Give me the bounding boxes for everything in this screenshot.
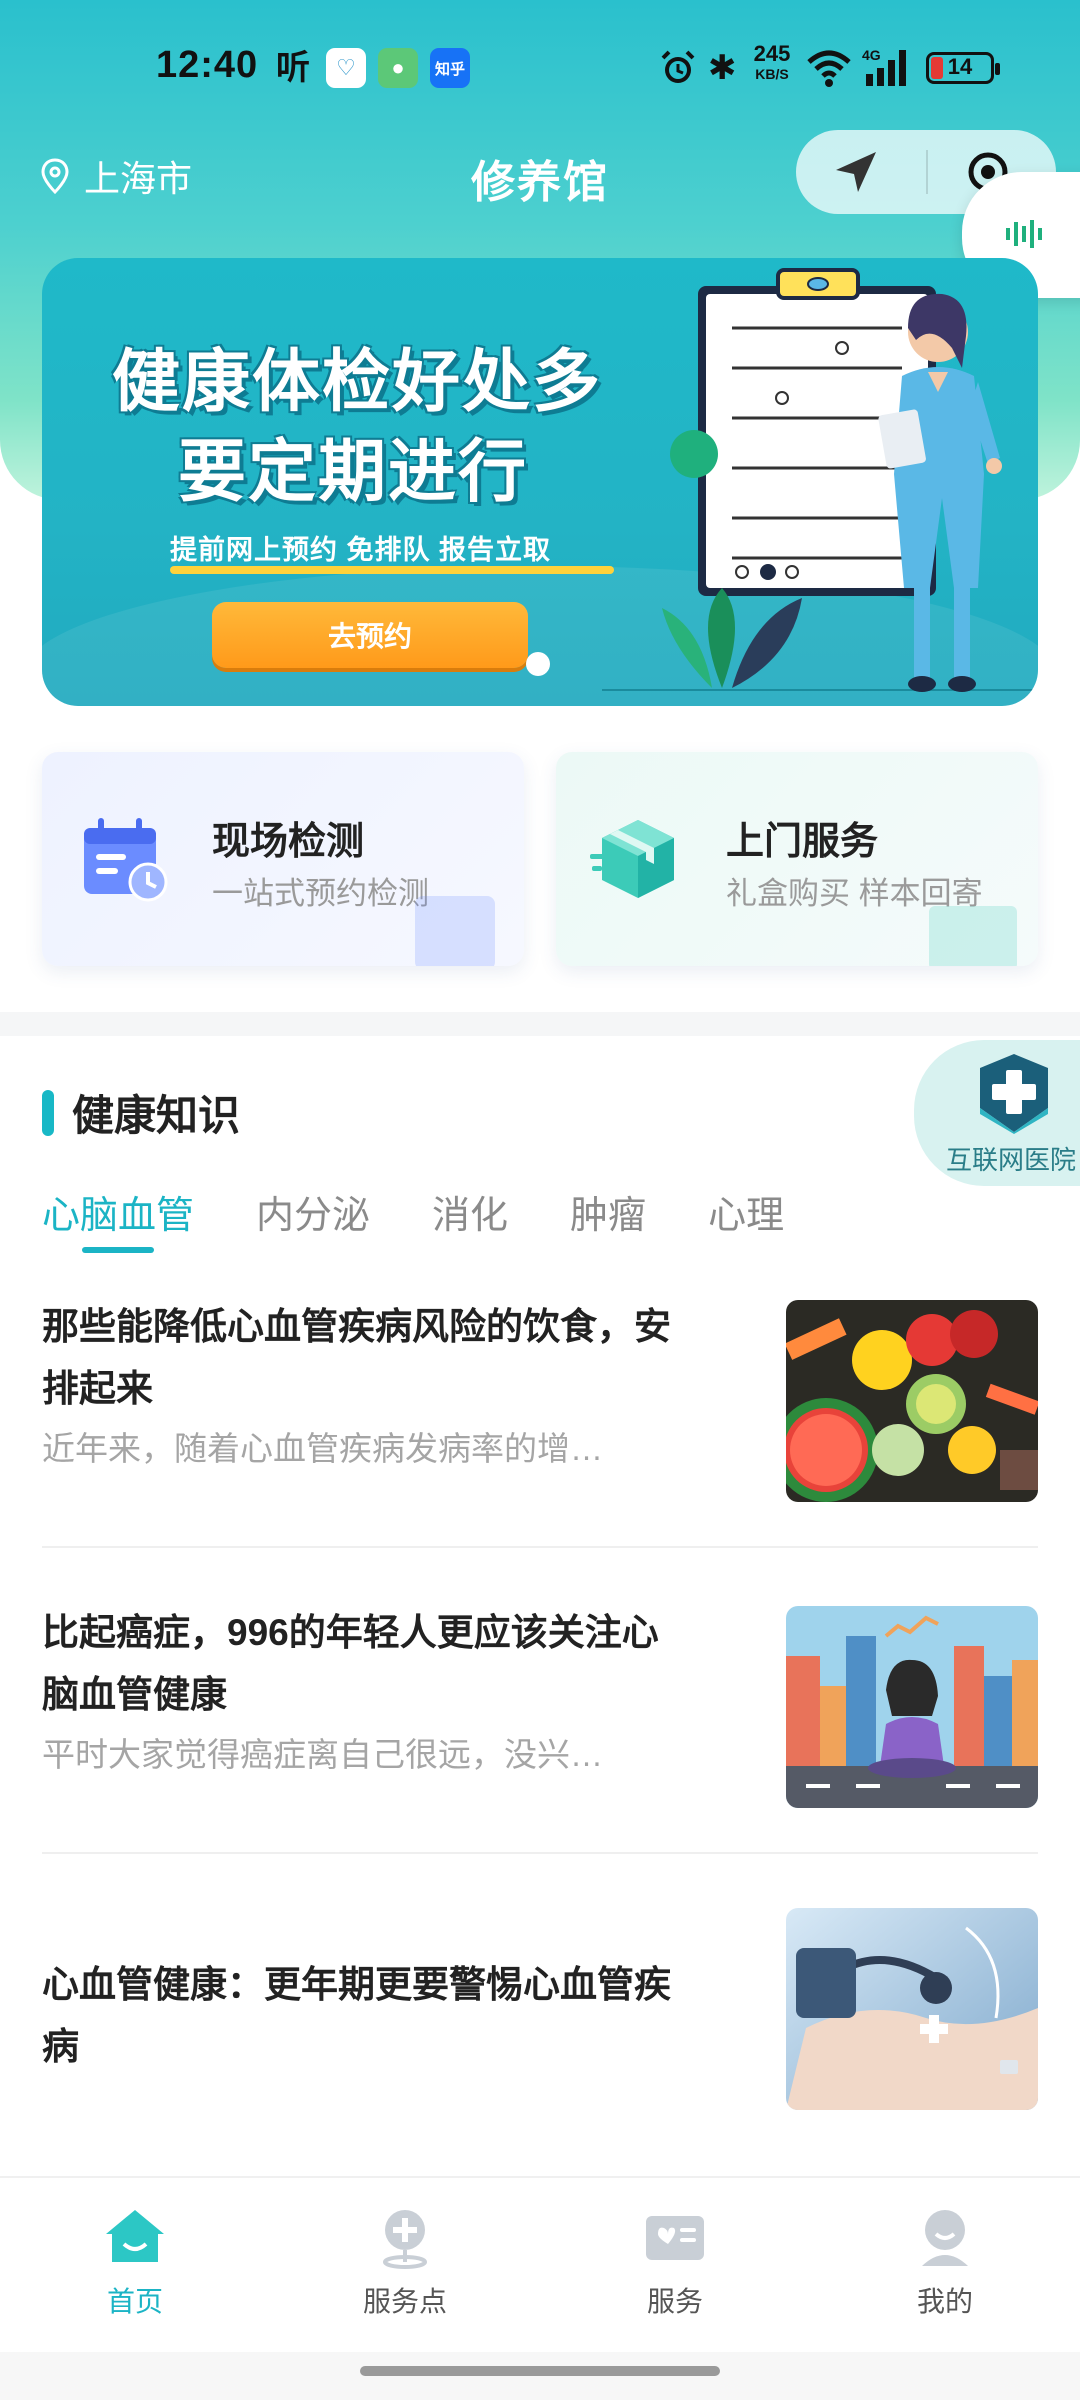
banner-headline-1: 健康体检好处多 — [112, 344, 603, 420]
banner-headline-2: 要定期进行 — [178, 434, 529, 510]
nav-services[interactable]: 服务 — [540, 2178, 810, 2352]
article-divider — [42, 1852, 1038, 1854]
network-type-label: 4G — [862, 47, 881, 63]
nav-profile-label: 我的 — [916, 2286, 973, 2317]
blood-pressure-image — [786, 1908, 1038, 2110]
tab-psychology[interactable]: 心理 — [708, 1184, 784, 1239]
home-indicator[interactable] — [360, 2366, 720, 2376]
article-title: 那些能降低心血管疾病风险的饮食，安排起来 — [42, 1306, 671, 1409]
vegetables-image — [786, 1300, 1038, 1502]
doctor-clipboard-illustration — [602, 268, 1038, 692]
nav-service-points-label: 服务点 — [362, 2286, 447, 2317]
meditation-illustration — [786, 1606, 1038, 1808]
bottom-tab-bar: 首页 服务点 服务 我的 — [0, 2176, 1080, 2352]
nav-home[interactable]: 首页 — [0, 2178, 270, 2352]
category-tabs: 心脑血管 内分泌 消化 肿瘤 心理 — [42, 1184, 846, 1253]
navigation-arrow-icon[interactable] — [832, 148, 880, 196]
section-accent-bar — [42, 1089, 54, 1136]
banner-subline: 提前网上预约 免排队 报告立取 — [170, 535, 552, 565]
article-divider — [42, 1546, 1038, 1548]
article-item[interactable]: 心血管健康：更年期更要警惕心血管疾病 — [42, 1898, 1038, 2158]
service-card-home[interactable]: 上门服务 礼盒购买 样本回寄 — [556, 752, 1038, 966]
service-card-title: 现场检测 — [212, 821, 365, 863]
tab-endocrine[interactable]: 内分泌 — [256, 1184, 370, 1239]
article-title: 心血管健康：更年期更要警惕心血管疾病 — [42, 1964, 671, 2067]
service-card-subtitle: 一站式预约检测 — [212, 876, 429, 911]
status-time: 12:40 — [156, 44, 259, 86]
nav-service-points[interactable]: 服务点 — [270, 2178, 540, 2352]
section-title-text: 健康知识 — [72, 1092, 241, 1139]
section-separator — [0, 1012, 1080, 1036]
ting-app-icon: 听 — [276, 48, 310, 87]
net-speed-value: 245 — [753, 41, 791, 66]
capsule-divider — [926, 150, 928, 194]
health-app-icon: ♡ — [326, 48, 366, 88]
tab-cardio[interactable]: 心脑血管 — [42, 1184, 194, 1253]
nav-services-label: 服务 — [646, 2286, 703, 2317]
promo-banner[interactable]: 健康体检好处多 要定期进行 提前网上预约 免排队 报告立取 去预约 — [42, 258, 1038, 706]
message-app-icon: ● — [378, 48, 418, 88]
status-bar: 12:40 听 ♡ ● 知乎 ✱ 245 KB/S 4G 14 — [0, 0, 1080, 140]
article-item[interactable]: 比起癌症，996的年轻人更应该关注心脑血管健康 平时大家觉得癌症离自己很远，没兴… — [42, 1602, 1038, 1892]
hospital-cross-icon — [980, 1054, 1048, 1134]
service-card-title: 上门服务 — [726, 821, 879, 863]
gesture-area — [0, 2352, 1080, 2400]
article-title: 比起癌症，996的年轻人更应该关注心脑血管健康 — [42, 1612, 659, 1715]
nav-home-label: 首页 — [106, 2286, 163, 2317]
battery-indicator: 14 — [926, 52, 1000, 84]
carousel-indicator[interactable] — [526, 652, 550, 676]
alarm-icon — [661, 50, 695, 83]
internet-hospital-label: 互联网医院 — [946, 1145, 1077, 1175]
signal-icon: 4G — [862, 47, 906, 86]
profile-icon — [922, 2210, 968, 2266]
bluetooth-icon: ✱ — [708, 49, 737, 87]
net-speed-unit: KB/S — [755, 66, 789, 82]
net-speed: 245 KB/S — [748, 41, 796, 84]
article-desc: 近年来，随着心血管疾病发病率的增… — [42, 1430, 603, 1467]
location-plus-icon — [383, 2210, 427, 2269]
wifi-icon — [807, 50, 851, 87]
article-desc: 平时大家觉得癌症离自己很远，没兴… — [42, 1736, 603, 1773]
tab-digestion[interactable]: 消化 — [432, 1184, 508, 1239]
nav-profile[interactable]: 我的 — [810, 2178, 1080, 2352]
service-card-onsite[interactable]: 现场检测 一站式预约检测 — [42, 752, 524, 966]
package-watermark-icon — [929, 906, 1017, 966]
calendar-clock-icon — [84, 818, 168, 902]
article-item[interactable]: 那些能降低心血管疾病风险的饮食，安排起来 近年来，随着心血管疾病发病率的增… — [42, 1296, 1038, 1586]
voice-wave-icon — [1006, 220, 1042, 248]
service-card-icon — [646, 2216, 704, 2260]
package-box-icon — [590, 820, 674, 898]
calendar-watermark-icon — [415, 896, 495, 966]
battery-percent: 14 — [947, 54, 973, 79]
app-root: 12:40 听 ♡ ● 知乎 ✱ 245 KB/S 4G 14 上海市 修养馆 … — [0, 0, 1080, 2400]
tab-tumor[interactable]: 肿瘤 — [570, 1184, 646, 1239]
home-icon — [106, 2210, 164, 2262]
banner-underline — [170, 566, 614, 574]
internet-hospital-button[interactable]: 互联网医院 — [914, 1040, 1080, 1186]
zhihu-app-icon: 知乎 — [430, 48, 470, 88]
section-title: 健康知识 — [42, 1082, 240, 1143]
book-now-button[interactable]: 去预约 — [212, 602, 528, 668]
